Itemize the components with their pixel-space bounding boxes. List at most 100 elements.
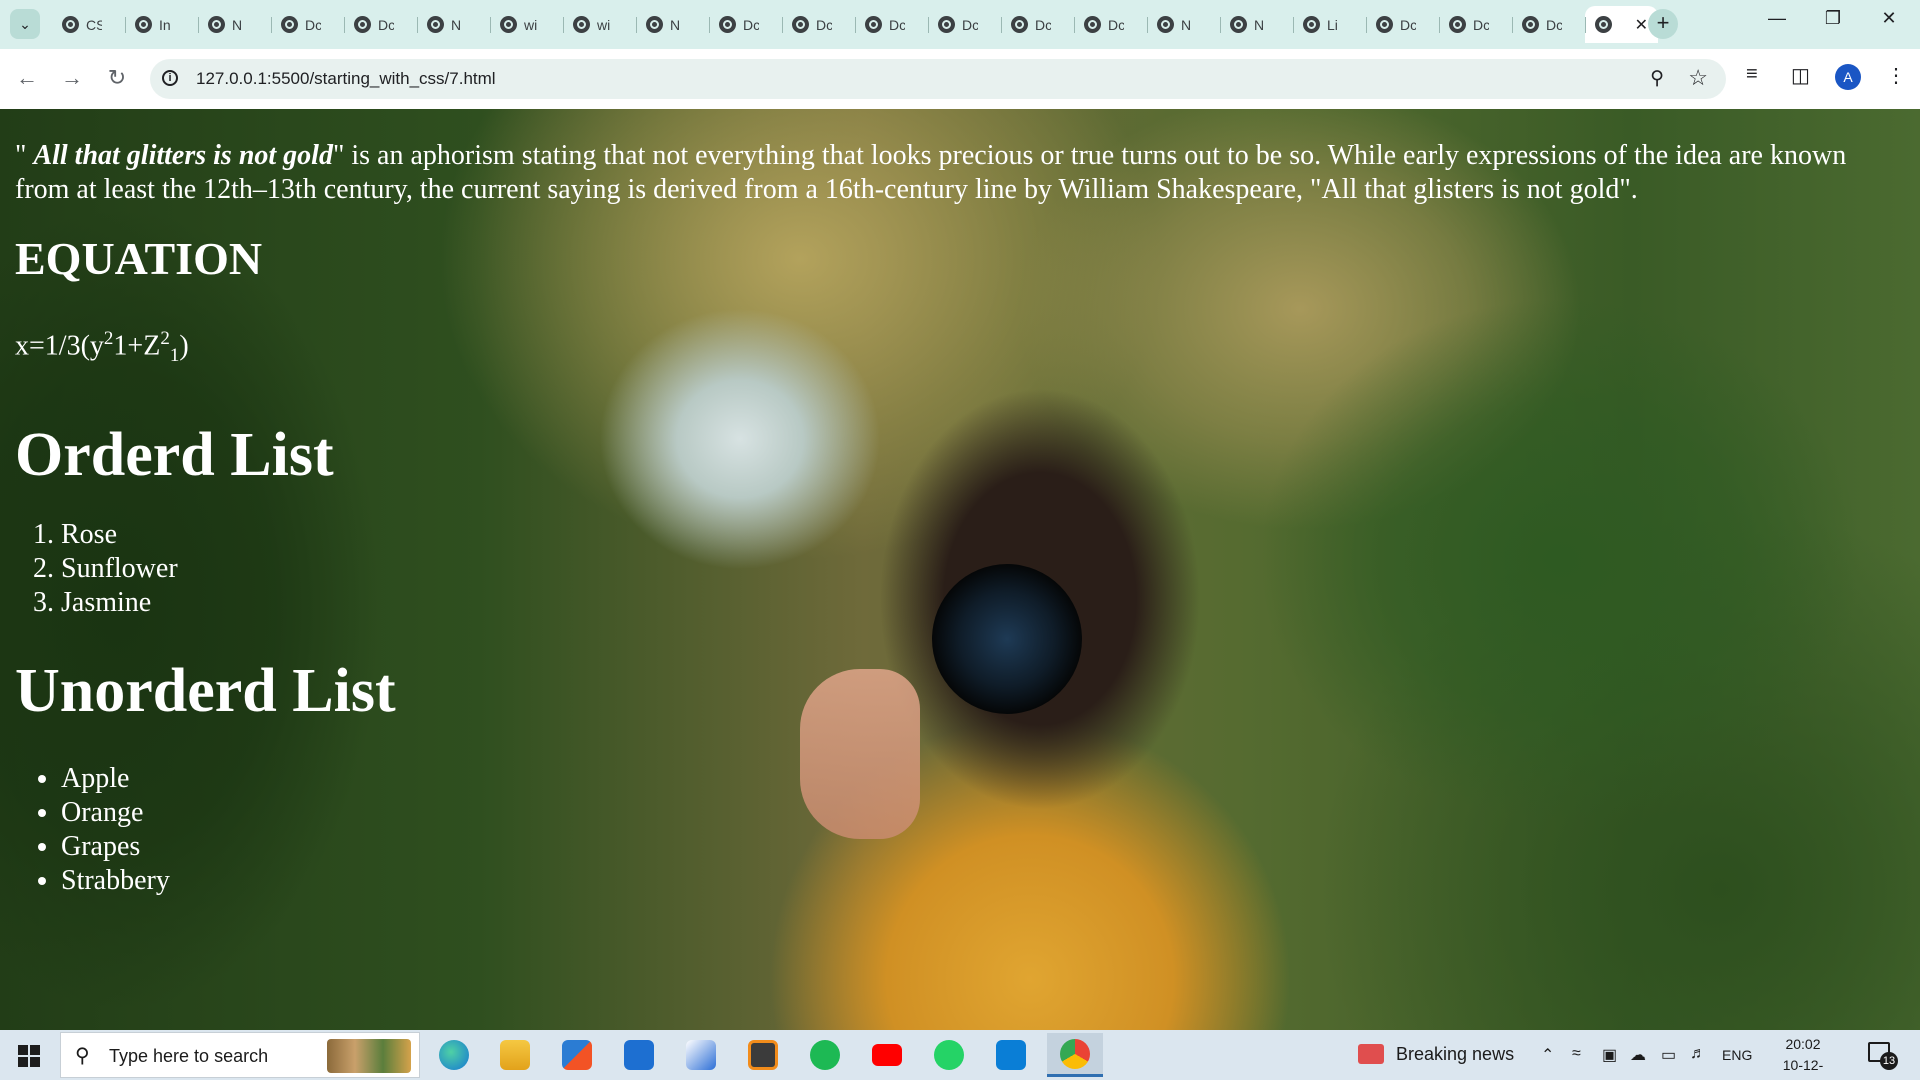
bookmark-star-icon[interactable]: ☆ xyxy=(1688,65,1708,91)
chevron-up-icon[interactable]: ⌃ xyxy=(1541,1045,1554,1065)
browser-tab[interactable]: wi xyxy=(490,6,563,43)
list-item: Rose xyxy=(61,518,1905,552)
list-item: Sunflower xyxy=(61,552,1905,586)
globe-icon xyxy=(573,16,590,33)
chrome-icon[interactable] xyxy=(1047,1033,1103,1077)
browser-tab[interactable]: N xyxy=(417,6,490,43)
minimize-button[interactable]: — xyxy=(1757,8,1797,29)
restore-button[interactable]: ❐ xyxy=(1813,8,1853,29)
tab-title: wi xyxy=(524,16,538,33)
quote-emphasis: All that glitters is not gold xyxy=(33,140,333,171)
reading-list-icon[interactable]: ≡ xyxy=(1746,63,1758,86)
taskbar-search[interactable]: ⚲ Type here to search xyxy=(60,1032,420,1078)
news-widget[interactable]: Breaking news xyxy=(1358,1044,1514,1065)
close-icon: ✕ xyxy=(1881,8,1897,28)
address-bar[interactable]: i 127.0.0.1:5500/starting_with_css/7.htm… xyxy=(150,59,1726,99)
file-explorer-icon[interactable] xyxy=(495,1036,535,1074)
browser-tab[interactable]: Dc xyxy=(1001,6,1074,43)
arrow-right-icon: → xyxy=(61,65,83,90)
battery-icon[interactable]: ▭ xyxy=(1661,1045,1676,1065)
side-panel-icon[interactable]: ◫ xyxy=(1791,63,1810,88)
volume-icon[interactable]: ♬ xyxy=(1690,1045,1706,1063)
browser-tab[interactable]: CS xyxy=(52,6,125,43)
tab-title: CS xyxy=(86,16,102,33)
globe-icon xyxy=(354,16,371,33)
browser-tab[interactable]: Dc xyxy=(928,6,1001,43)
windows-start-button[interactable] xyxy=(18,1045,40,1067)
site-info-icon[interactable]: i xyxy=(162,70,178,86)
reload-icon: ↻ xyxy=(107,65,127,90)
language-indicator[interactable]: ENG xyxy=(1722,1047,1752,1063)
search-placeholder: Type here to search xyxy=(109,1046,269,1066)
browser-tab[interactable]: Dc xyxy=(344,6,417,43)
globe-icon xyxy=(427,16,444,33)
browser-tab[interactable]: Dc xyxy=(271,6,344,43)
tab-search-button[interactable]: ⌄ xyxy=(10,9,40,39)
browser-tab[interactable]: Dc xyxy=(709,6,782,43)
spotify-icon[interactable] xyxy=(805,1036,845,1074)
formula-sup-2: 2 xyxy=(160,328,170,349)
browser-tab[interactable]: Dc xyxy=(1366,6,1439,43)
browser-tab[interactable]: In xyxy=(125,6,198,43)
ordered-list: Rose Sunflower Jasmine xyxy=(15,518,1905,620)
google-drive-icon xyxy=(135,16,152,33)
close-window-button[interactable]: ✕ xyxy=(1869,8,1909,29)
sublime-icon[interactable] xyxy=(743,1036,783,1074)
unordered-list-heading: Unorderd List xyxy=(15,656,396,725)
globe-icon xyxy=(1157,16,1174,33)
browser-tab[interactable]: Dc xyxy=(1074,6,1147,43)
formula-lead: x=1/3(y xyxy=(15,330,104,362)
arrow-left-icon: ← xyxy=(16,65,38,90)
globe-icon xyxy=(865,16,882,33)
editor-icon[interactable] xyxy=(681,1036,721,1074)
system-clock[interactable]: 20:02 10-12-2023 xyxy=(1768,1034,1838,1080)
taskbar: ⚲ Type here to search Breaking news ⌃ ≈ … xyxy=(0,1030,1920,1080)
forward-button[interactable]: → xyxy=(57,65,87,91)
globe-icon xyxy=(1230,16,1247,33)
tab-title: Dc xyxy=(889,16,905,33)
onedrive-icon[interactable]: ☁ xyxy=(1630,1045,1646,1065)
mail-icon[interactable] xyxy=(619,1036,659,1074)
browser-tab[interactable]: Dc xyxy=(855,6,928,43)
back-button[interactable]: ← xyxy=(12,65,42,91)
close-tab-icon[interactable]: ✕ xyxy=(1635,15,1648,35)
browser-tab[interactable]: Dc xyxy=(1439,6,1512,43)
search-icon: ⚲ xyxy=(75,1045,90,1067)
tab-title: Dc xyxy=(743,16,759,33)
browser-tab[interactable]: N xyxy=(1147,6,1220,43)
browser-tab[interactable]: wi xyxy=(563,6,636,43)
reload-button[interactable]: ↻ xyxy=(102,65,132,91)
browser-tab[interactable]: N xyxy=(198,6,271,43)
browser-tab[interactable]: Dc xyxy=(782,6,855,43)
meet-now-icon[interactable]: ▣ xyxy=(1602,1045,1617,1065)
globe-icon xyxy=(1303,16,1320,33)
edge-icon[interactable] xyxy=(434,1036,474,1074)
profile-avatar[interactable]: A xyxy=(1835,64,1861,90)
browser-tab[interactable]: N xyxy=(636,6,709,43)
whatsapp-icon[interactable] xyxy=(929,1036,969,1074)
vscode-icon[interactable] xyxy=(991,1036,1031,1074)
list-item: Jasmine xyxy=(61,586,1905,620)
notification-center-icon[interactable]: 13 xyxy=(1868,1042,1898,1070)
zoom-icon[interactable]: ⚲ xyxy=(1650,67,1664,90)
tab-title: N xyxy=(1254,16,1265,33)
browser-tab[interactable]: Li xyxy=(1293,6,1366,43)
tab-title: N xyxy=(451,16,462,33)
news-icon xyxy=(1358,1044,1384,1064)
youtube-icon[interactable] xyxy=(867,1036,907,1074)
github-icon xyxy=(62,16,79,33)
list-item: Grapes xyxy=(61,830,1905,864)
ordered-list-heading: Orderd List xyxy=(15,420,334,489)
new-tab-button[interactable]: + xyxy=(1648,9,1678,39)
globe-icon xyxy=(1522,16,1539,33)
url-text[interactable]: 127.0.0.1:5500/starting_with_css/7.html xyxy=(196,69,496,89)
wifi-icon[interactable]: ≈ xyxy=(1572,1045,1581,1063)
list-item: Apple xyxy=(61,762,1905,796)
browser-tab[interactable]: Dc xyxy=(1512,6,1585,43)
globe-icon xyxy=(938,16,955,33)
store-icon[interactable] xyxy=(557,1036,597,1074)
browser-tab[interactable]: N xyxy=(1220,6,1293,43)
more-menu-icon[interactable]: ⋮ xyxy=(1886,63,1906,88)
formula-mid: 1+Z xyxy=(113,330,161,362)
quote-open: " xyxy=(15,140,34,171)
